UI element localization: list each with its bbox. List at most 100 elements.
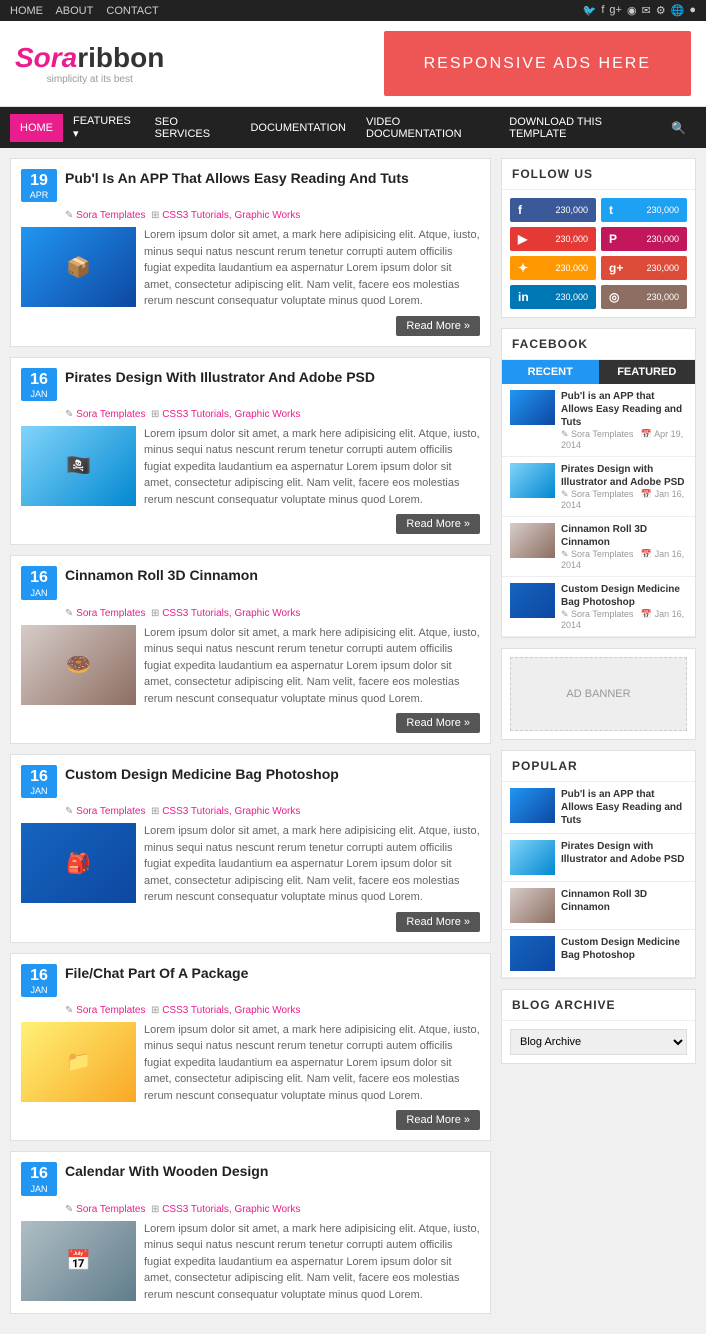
- post-title[interactable]: Cinnamon Roll 3D Cinnamon: [65, 566, 480, 584]
- follow-us-section: FOLLOW US f 230,000 t 230,000 ▶ 230,000: [501, 158, 696, 318]
- category-link[interactable]: CSS3 Tutorials, Graphic Works: [162, 210, 300, 221]
- read-more-button[interactable]: Read More: [396, 316, 480, 336]
- fb-post-meta: ✎ Sora Templates 📅 Jan 16, 2014: [561, 489, 687, 510]
- nav-features[interactable]: FEATURES ▾: [63, 107, 145, 148]
- googleplus-follow-button[interactable]: g+ 230,000: [601, 256, 687, 280]
- rss-icon: ✦: [518, 261, 528, 275]
- header-ad-banner: RESPONSIVE ADS HERE: [384, 31, 691, 96]
- popular-item: Cinnamon Roll 3D Cinnamon: [502, 882, 695, 930]
- post-title[interactable]: Calendar With Wooden Design: [65, 1162, 480, 1180]
- sidebar: FOLLOW US f 230,000 t 230,000 ▶ 230,000: [501, 158, 696, 1324]
- post-thumbnail: 🍩: [21, 625, 136, 705]
- rss-follow-button[interactable]: ✦ 230,000: [510, 256, 596, 280]
- mail-icon[interactable]: ✉: [642, 4, 651, 17]
- topbar-home[interactable]: HOME: [10, 5, 43, 17]
- thumb-image: 📦: [21, 227, 136, 307]
- read-more-button[interactable]: Read More: [396, 514, 480, 534]
- read-more-button[interactable]: Read More: [396, 912, 480, 932]
- post-title[interactable]: Custom Design Medicine Bag Photoshop: [65, 765, 480, 783]
- facebook-icon: f: [518, 203, 522, 217]
- topbar-contact[interactable]: CONTACT: [106, 5, 158, 17]
- search-icon[interactable]: 🔍: [661, 113, 696, 143]
- post-thumbnail: 📁: [21, 1022, 136, 1102]
- popular-post-title[interactable]: Pub'l is an APP that Allows Easy Reading…: [561, 788, 687, 827]
- facebook-follow-button[interactable]: f 230,000: [510, 198, 596, 222]
- author-link[interactable]: Sora Templates: [76, 806, 145, 817]
- thumb-image: 🎒: [21, 823, 136, 903]
- post-meta: ✎ Sora Templates ⊞ CSS3 Tutorials, Graph…: [65, 806, 480, 817]
- nav-home[interactable]: HOME: [10, 114, 63, 142]
- tab-featured[interactable]: FEATURED: [599, 360, 696, 384]
- twitter-icon[interactable]: 🐦: [583, 4, 597, 17]
- category-link[interactable]: CSS3 Tutorials, Graphic Works: [162, 1204, 300, 1215]
- post-card: 16 JAN File/Chat Part Of A Package ✎ Sor…: [10, 953, 491, 1142]
- fb-post-title[interactable]: Custom Design Medicine Bag Photoshop: [561, 583, 687, 609]
- fb-post-title[interactable]: Cinnamon Roll 3D Cinnamon: [561, 523, 687, 549]
- twitter-follow-button[interactable]: t 230,000: [601, 198, 687, 222]
- author-link[interactable]: Sora Templates: [76, 409, 145, 420]
- topbar-about[interactable]: ABOUT: [55, 5, 93, 17]
- post-header: 16 JAN Calendar With Wooden Design: [21, 1162, 480, 1195]
- google-plus-icon[interactable]: g+: [609, 4, 622, 17]
- post-date: 19 APR: [21, 169, 57, 202]
- fb-post-info: Pub'l is an APP that Allows Easy Reading…: [561, 390, 687, 450]
- post-thumbnail: 🎒: [21, 823, 136, 903]
- linkedin-follow-button[interactable]: in 230,000: [510, 285, 596, 309]
- read-more-button[interactable]: Read More: [396, 713, 480, 733]
- facebook-icon[interactable]: f: [601, 4, 604, 17]
- fb-post-thumbnail: [510, 463, 555, 498]
- nav-video-documentation[interactable]: VIDEO DOCUMENTATION: [356, 108, 499, 148]
- post-title[interactable]: File/Chat Part Of A Package: [65, 964, 480, 982]
- category-link[interactable]: CSS3 Tutorials, Graphic Works: [162, 608, 300, 619]
- rss-count: 230,000: [555, 263, 588, 273]
- popular-post-title[interactable]: Custom Design Medicine Bag Photoshop: [561, 936, 687, 962]
- post-excerpt: Lorem ipsum dolor sit amet, a mark here …: [144, 227, 480, 310]
- read-more-container: Read More: [144, 713, 480, 733]
- settings-icon[interactable]: ⚙: [656, 4, 666, 17]
- category-link[interactable]: CSS3 Tutorials, Graphic Works: [162, 409, 300, 420]
- post-date: 16 JAN: [21, 368, 57, 401]
- fb-post-title[interactable]: Pirates Design with Illustrator and Adob…: [561, 463, 687, 489]
- logo-tagline: simplicity at its best: [15, 74, 164, 85]
- post-meta: ✎ Sora Templates ⊞ CSS3 Tutorials, Graph…: [65, 409, 480, 420]
- popular-post-title[interactable]: Pirates Design with Illustrator and Adob…: [561, 840, 687, 866]
- post-title[interactable]: Pirates Design With Illustrator And Adob…: [65, 368, 480, 386]
- author-link[interactable]: Sora Templates: [76, 1204, 145, 1215]
- author-link[interactable]: Sora Templates: [76, 1005, 145, 1016]
- fb-post-item: Pub'l is an APP that Allows Easy Reading…: [502, 384, 695, 457]
- post-card: 16 JAN Pirates Design With Illustrator A…: [10, 357, 491, 546]
- circle-icon[interactable]: ●: [689, 4, 696, 17]
- nav-seo-services[interactable]: SEO SERVICES: [145, 108, 241, 148]
- post-title[interactable]: Pub'l Is An APP That Allows Easy Reading…: [65, 169, 480, 187]
- pinterest-follow-button[interactable]: P 230,000: [601, 227, 687, 251]
- post-day: 16: [25, 966, 53, 985]
- post-card: 19 APR Pub'l Is An APP That Allows Easy …: [10, 158, 491, 347]
- category-link[interactable]: CSS3 Tutorials, Graphic Works: [162, 806, 300, 817]
- popular-item: Pub'l is an APP that Allows Easy Reading…: [502, 782, 695, 834]
- read-more-button[interactable]: Read More: [396, 1110, 480, 1130]
- thumb-image: 📅: [21, 1221, 136, 1301]
- popular-thumbnail: [510, 840, 555, 875]
- instagram-follow-button[interactable]: ◎ 230,000: [601, 285, 687, 309]
- popular-thumbnail: [510, 888, 555, 923]
- fb-post-title[interactable]: Pub'l is an APP that Allows Easy Reading…: [561, 390, 687, 429]
- rss-icon[interactable]: ◉: [627, 4, 637, 17]
- post-card: 16 JAN Cinnamon Roll 3D Cinnamon ✎ Sora …: [10, 555, 491, 744]
- tab-recent[interactable]: RECENT: [502, 360, 599, 384]
- popular-post-title[interactable]: Cinnamon Roll 3D Cinnamon: [561, 888, 687, 914]
- nav-documentation[interactable]: DOCUMENTATION: [240, 114, 356, 142]
- nav-download-template[interactable]: DOWNLOAD THIS TEMPLATE: [499, 108, 661, 148]
- youtube-follow-button[interactable]: ▶ 230,000: [510, 227, 596, 251]
- blog-archive-select[interactable]: Blog Archive: [510, 1029, 687, 1055]
- author-link[interactable]: Sora Templates: [76, 608, 145, 619]
- popular-item: Custom Design Medicine Bag Photoshop: [502, 930, 695, 978]
- post-content: Lorem ipsum dolor sit amet, a mark here …: [144, 823, 480, 932]
- fb-post-info: Pirates Design with Illustrator and Adob…: [561, 463, 687, 510]
- read-more-container: Read More: [144, 316, 480, 336]
- top-bar-navigation: HOME ABOUT CONTACT: [10, 5, 169, 17]
- fb-post-meta: ✎ Sora Templates 📅 Apr 19, 2014: [561, 429, 687, 450]
- category-link[interactable]: CSS3 Tutorials, Graphic Works: [162, 1005, 300, 1016]
- post-content: Lorem ipsum dolor sit amet, a mark here …: [144, 426, 480, 535]
- author-link[interactable]: Sora Templates: [76, 210, 145, 221]
- globe-icon[interactable]: 🌐: [671, 4, 685, 17]
